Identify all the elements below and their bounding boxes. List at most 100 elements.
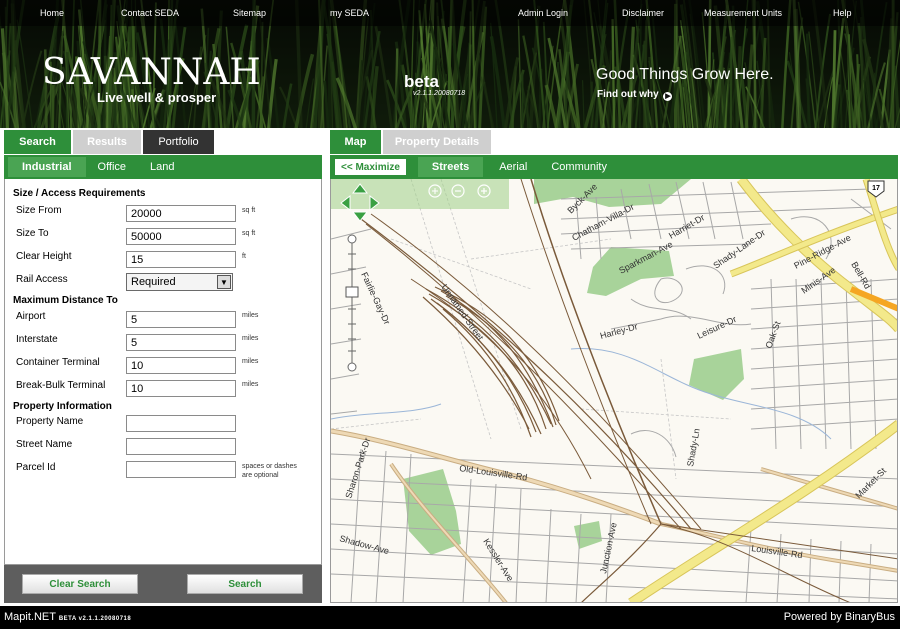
banner-tagline: Good Things Grow Here. bbox=[596, 66, 774, 83]
size-from-unit: sq ft bbox=[242, 207, 256, 214]
street-label: Harriet-Dr bbox=[667, 212, 706, 240]
maptype-community[interactable]: Community bbox=[539, 157, 619, 177]
street-label: Shady-Ln bbox=[685, 428, 702, 468]
size-from-input[interactable] bbox=[126, 205, 236, 222]
nav-my-seda[interactable]: my SEDA bbox=[330, 8, 369, 18]
street-label: Old-Louisville-Rd bbox=[459, 463, 528, 482]
nav-home[interactable]: Home bbox=[40, 8, 64, 18]
nav-measurement-units[interactable]: Measurement Units bbox=[704, 8, 782, 18]
break-bulk-input[interactable] bbox=[126, 380, 236, 397]
app-version: BETA v2.1.1.20080718 bbox=[58, 616, 132, 622]
subtab-industrial[interactable]: Industrial bbox=[8, 157, 86, 177]
map-panel: Map Property Details << Maximize Streets… bbox=[330, 130, 898, 603]
street-label: Chatham-Villa-Dr bbox=[570, 202, 635, 243]
street-label: Fairlie-Gay-Dr bbox=[359, 271, 392, 326]
status-footer: Mapit.NET BETA v2.1.1.20080718 Powered b… bbox=[0, 606, 900, 629]
break-bulk-label: Break-Bulk Terminal bbox=[16, 380, 106, 391]
tab-results[interactable]: Results bbox=[73, 130, 141, 154]
container-terminal-unit: miles bbox=[242, 358, 259, 365]
app-name: Mapit.NET BETA v2.1.1.20080718 bbox=[4, 611, 131, 623]
zoom-slider[interactable] bbox=[345, 234, 359, 372]
clear-height-input[interactable] bbox=[126, 251, 236, 268]
search-panel: Search Results Portfolio Industrial Offi… bbox=[4, 130, 322, 603]
nav-sitemap[interactable]: Sitemap bbox=[233, 8, 266, 18]
street-label: Louisville-Rd bbox=[751, 543, 803, 560]
street-name-input[interactable] bbox=[126, 438, 236, 455]
street-label: Shadow-Ave bbox=[338, 533, 390, 556]
search-button[interactable]: Search bbox=[187, 574, 303, 594]
nav-disclaimer[interactable]: Disclaimer bbox=[622, 8, 664, 18]
park-area bbox=[689, 349, 744, 400]
tab-portfolio[interactable]: Portfolio bbox=[143, 130, 214, 154]
parcel-id-hint: spaces or dashes are optional bbox=[242, 463, 297, 479]
street-label: Leisure-Dr bbox=[696, 314, 738, 341]
airport-label: Airport bbox=[16, 311, 46, 322]
tab-search[interactable]: Search bbox=[4, 130, 71, 154]
container-terminal-input[interactable] bbox=[126, 357, 236, 374]
clear-search-button[interactable]: Clear Search bbox=[22, 574, 138, 594]
zoom-in-small-icon[interactable] bbox=[347, 234, 357, 244]
size-to-unit: sq ft bbox=[242, 230, 256, 237]
break-bulk-unit: miles bbox=[242, 381, 259, 388]
maptype-aerial[interactable]: Aerial bbox=[487, 157, 539, 177]
parcel-id-label: Parcel Id bbox=[16, 462, 56, 473]
airport-input[interactable] bbox=[126, 311, 236, 328]
street-map[interactable]: Unnamed-Street Fairlie-Gay-Dr Old-Louisv… bbox=[331, 179, 898, 603]
subtab-land[interactable]: Land bbox=[138, 157, 186, 177]
find-out-why-link[interactable]: Find out why ▶ bbox=[597, 89, 673, 101]
parcel-id-input[interactable] bbox=[126, 461, 236, 478]
beta-label: beta bbox=[404, 72, 439, 91]
maximize-button[interactable]: << Maximize bbox=[335, 159, 406, 175]
rail-access-value: Required bbox=[131, 276, 176, 288]
property-name-input[interactable] bbox=[126, 415, 236, 432]
left-tab-bar: Search Results Portfolio bbox=[4, 130, 214, 154]
app-name-label: Mapit.NET bbox=[4, 611, 56, 623]
find-out-why-label: Find out why bbox=[597, 89, 659, 100]
svg-text:17: 17 bbox=[872, 185, 880, 192]
clear-height-unit: ft bbox=[242, 253, 246, 260]
subtab-office[interactable]: Office bbox=[86, 157, 139, 177]
right-tab-bar: Map Property Details bbox=[330, 130, 491, 154]
interstate-input[interactable] bbox=[126, 334, 236, 351]
version-label: v2.1.1.20080718 bbox=[413, 90, 466, 97]
section-max-distance: Maximum Distance To bbox=[13, 295, 118, 306]
nav-help[interactable]: Help bbox=[833, 8, 852, 18]
chevron-down-icon[interactable]: ▼ bbox=[217, 275, 231, 289]
map-toolbar-overlay bbox=[331, 179, 509, 209]
street-label: Oak-St bbox=[763, 319, 782, 349]
airport-unit: miles bbox=[242, 312, 259, 319]
size-to-input[interactable] bbox=[126, 228, 236, 245]
nav-contact-seda[interactable]: Contact SEDA bbox=[121, 8, 179, 18]
street-label: Market-St bbox=[853, 465, 888, 500]
map-type-bar: << Maximize Streets Aerial Community bbox=[330, 155, 898, 179]
boundary-lines bbox=[331, 179, 732, 480]
section-property-info: Property Information bbox=[13, 401, 112, 412]
savannah-logo[interactable]: Savannah bbox=[42, 52, 261, 93]
section-size-access: Size / Access Requirements bbox=[13, 188, 146, 199]
tab-map[interactable]: Map bbox=[330, 130, 381, 154]
container-terminal-label: Container Terminal bbox=[16, 357, 100, 368]
property-name-label: Property Name bbox=[16, 416, 84, 427]
clear-height-label: Clear Height bbox=[16, 251, 72, 262]
interstate-unit: miles bbox=[242, 335, 259, 342]
nav-admin-login[interactable]: Admin Login bbox=[518, 8, 568, 18]
top-navigation: Home Contact SEDA Sitemap my SEDA Admin … bbox=[0, 0, 900, 26]
maptype-streets[interactable]: Streets bbox=[417, 157, 484, 177]
size-to-label: Size To bbox=[16, 228, 49, 239]
size-from-label: Size From bbox=[16, 205, 62, 216]
rail-access-select[interactable]: Required ▼ bbox=[126, 273, 233, 291]
street-name-label: Street Name bbox=[16, 439, 73, 450]
street-label: Harley-Dr bbox=[599, 321, 639, 341]
powered-by-link[interactable]: Powered by BinaryBus bbox=[784, 611, 895, 623]
park-area bbox=[574, 521, 602, 549]
zoom-slider-thumb[interactable] bbox=[345, 286, 359, 298]
tab-property-details[interactable]: Property Details bbox=[383, 130, 491, 154]
zoom-out-small-icon[interactable] bbox=[347, 362, 357, 372]
street-label: Junction-Ave bbox=[598, 522, 619, 575]
map-view[interactable]: Unnamed-Street Fairlie-Gay-Dr Old-Louisv… bbox=[330, 179, 898, 603]
pan-down-icon[interactable] bbox=[351, 211, 369, 222]
play-arrow-icon: ▶ bbox=[663, 92, 673, 101]
property-type-tabs: Industrial Office Land bbox=[4, 155, 322, 179]
header-banner: Home Contact SEDA Sitemap my SEDA Admin … bbox=[0, 0, 900, 128]
creek bbox=[331, 403, 442, 420]
